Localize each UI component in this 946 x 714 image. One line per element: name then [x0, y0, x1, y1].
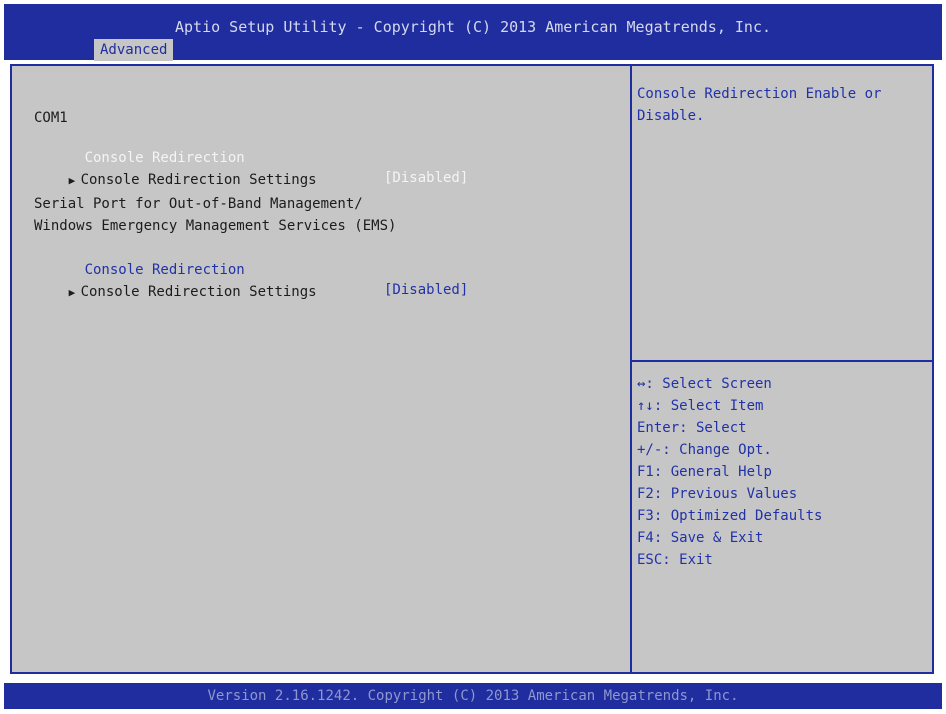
key-label: F4:: [637, 530, 663, 546]
key-label: F3:: [637, 508, 663, 524]
key-label: ↑↓:: [637, 398, 663, 414]
key-legend-item: F4: Save & Exit: [637, 528, 763, 548]
key-description: Select Screen: [653, 376, 772, 392]
key-legend-item: F2: Previous Values: [637, 484, 797, 504]
key-label: Enter:: [637, 420, 688, 436]
ems-heading-line1: Serial Port for Out-of-Band Management/: [34, 196, 363, 212]
tab-advanced[interactable]: Advanced: [94, 39, 174, 61]
key-label: ↔:: [637, 376, 654, 392]
footer-version-text: Version 2.16.1242. Copyright (C) 2013 Am…: [207, 688, 739, 704]
key-label: ESC:: [637, 552, 671, 568]
main-frame: COM1 Console Redirection [Disabled] ▶ Con…: [10, 64, 934, 674]
key-legend-item: F3: Optimized Defaults: [637, 506, 822, 526]
key-description: Exit: [670, 552, 713, 568]
com1-heading: COM1: [34, 110, 68, 126]
key-description: Previous Values: [662, 486, 798, 502]
footer-bar: Version 2.16.1242. Copyright (C) 2013 Am…: [4, 683, 942, 709]
key-legend-item: Enter: Select: [637, 418, 747, 438]
panel-divider-vertical: [630, 66, 632, 672]
key-description: Save & Exit: [662, 530, 764, 546]
key-description: Select: [687, 420, 747, 436]
key-label: F1:: [637, 464, 663, 480]
submenu-arrow-icon: ▶: [68, 174, 76, 187]
key-legend-item: ESC: Exit: [637, 550, 713, 570]
ems-console-redirection-settings-label: Console Redirection Settings: [80, 284, 317, 300]
com1-console-redirection-settings-label: Console Redirection Settings: [80, 172, 317, 188]
ems-console-redirection-settings-item[interactable]: ▶ Console Redirection Settings: [18, 262, 317, 323]
com1-console-redirection-value[interactable]: [Disabled]: [384, 168, 468, 188]
header-bar: Aptio Setup Utility - Copyright (C) 2013…: [4, 4, 942, 61]
key-legend-item: F1: General Help: [637, 462, 772, 482]
key-legend-item: +/-: Change Opt.: [637, 440, 772, 460]
bios-screen: Aptio Setup Utility - Copyright (C) 2013…: [0, 0, 946, 714]
panel-divider-horizontal: [632, 360, 934, 362]
key-label: F2:: [637, 486, 663, 502]
help-text-line2: Disable.: [637, 108, 705, 124]
key-description: Select Item: [662, 398, 764, 414]
key-description: General Help: [662, 464, 772, 480]
key-description: Change Opt.: [670, 442, 772, 458]
ems-console-redirection-value[interactable]: [Disabled]: [384, 280, 468, 300]
ems-heading-line2: Windows Emergency Management Services (E…: [34, 218, 397, 234]
key-legend-item: ↔: Select Screen: [637, 374, 772, 394]
submenu-arrow-icon: ▶: [68, 286, 76, 299]
key-description: Optimized Defaults: [662, 508, 823, 524]
key-label: +/-:: [637, 442, 671, 458]
utility-title: Aptio Setup Utility - Copyright (C) 2013…: [174, 18, 772, 36]
help-text-line1: Console Redirection Enable or: [637, 86, 882, 102]
key-legend-item: ↑↓: Select Item: [637, 396, 763, 416]
